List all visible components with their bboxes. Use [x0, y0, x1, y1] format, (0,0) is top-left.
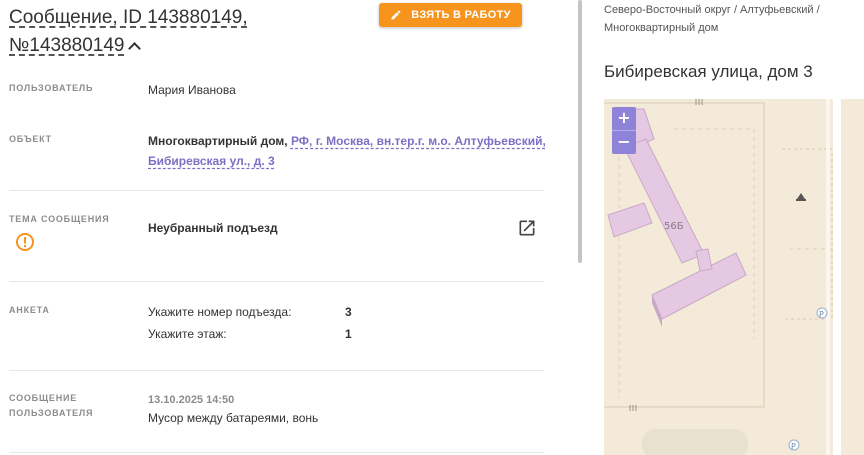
- message-details-panel: Сообщение, ID 143880149, №143880149 ВЗЯТ…: [0, 0, 576, 455]
- chevron-up-icon[interactable]: [128, 42, 142, 55]
- survey-label: АНКЕТА: [9, 305, 50, 315]
- zoom-out-button[interactable]: −: [612, 130, 636, 154]
- take-to-work-label: ВЗЯТЬ В РАБОТУ: [411, 9, 511, 21]
- message-label-line-2: ПОЛЬЗОВАТЕЛЯ: [9, 408, 94, 418]
- pencil-icon: [391, 10, 401, 20]
- message-text: Мусор между батареями, вонь: [148, 411, 319, 425]
- zoom-in-button[interactable]: +: [612, 107, 636, 130]
- object-address-link[interactable]: РФ, г. Москва, вн.тер.г. м.о. Алтуфьевск…: [291, 134, 546, 148]
- map-zoom-control: + −: [612, 107, 636, 154]
- topic-label: ТЕМА СООБЩЕНИЯ: [9, 214, 110, 224]
- object-value: Многоквартирный дом, РФ, г. Москва, вн.т…: [148, 131, 548, 171]
- survey-answer-2: 1: [345, 327, 352, 341]
- object-type: Многоквартирный дом,: [148, 134, 288, 148]
- message-label-line-1: СООБЩЕНИЕ: [9, 393, 78, 403]
- building-label: 56Б: [664, 221, 684, 232]
- address-title: Бибиревская улица, дом 3: [604, 62, 813, 81]
- object-address-link-2[interactable]: Бибиревская ул., д. 3: [148, 154, 275, 168]
- open-external-icon[interactable]: [517, 218, 537, 238]
- title-line-1: Сообщение, ID 143880149,: [9, 7, 248, 28]
- message-label: СООБЩЕНИЕ ПОЛЬЗОВАТЕЛЯ: [9, 391, 93, 421]
- object-label: ОБЪЕКТ: [9, 134, 52, 144]
- divider: [9, 370, 544, 371]
- divider: [9, 281, 544, 282]
- title-line-2: №143880149: [9, 35, 125, 56]
- user-label: ПОЛЬЗОВАТЕЛЬ: [9, 83, 94, 93]
- message-date: 13.10.2025 14:50: [148, 394, 235, 406]
- breadcrumb-line-2: Многоквартирный дом: [604, 22, 719, 34]
- survey-question-1: Укажите номер подъезда:: [148, 305, 292, 319]
- parking-label: P: [819, 310, 824, 319]
- map-canvas: 56Б P P: [604, 99, 864, 455]
- warning-icon: [16, 233, 34, 251]
- topic-value: Неубранный подъезд: [148, 221, 278, 235]
- take-to-work-button[interactable]: ВЗЯТЬ В РАБОТУ: [379, 3, 522, 27]
- breadcrumb: Северо-Восточный округ / Алтуфьевский / …: [604, 1, 859, 37]
- survey-answer-1: 3: [345, 305, 352, 319]
- page-title[interactable]: Сообщение, ID 143880149, №143880149: [9, 4, 349, 60]
- map[interactable]: 56Б P P + −: [604, 99, 864, 455]
- user-value: Мария Иванова: [148, 83, 236, 97]
- divider: [9, 452, 544, 453]
- parking-label-2: P: [791, 442, 796, 451]
- divider: [9, 190, 544, 191]
- breadcrumb-line-1[interactable]: Северо-Восточный округ / Алтуфьевский /: [604, 4, 820, 16]
- location-sidebar: Северо-Восточный округ / Алтуфьевский / …: [582, 0, 864, 455]
- survey-question-2: Укажите этаж:: [148, 327, 227, 341]
